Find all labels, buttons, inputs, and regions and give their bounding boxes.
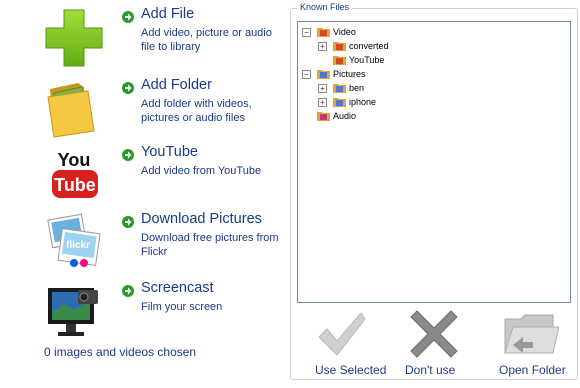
collapse-icon[interactable]: −	[302, 70, 311, 79]
svg-text:You: You	[58, 150, 91, 170]
youtube-action[interactable]: You Tube YouTube Add video from YouTube	[0, 142, 285, 210]
dont-use-label: Don't use	[405, 363, 456, 377]
selection-status: 0 images and videos chosen	[44, 345, 197, 359]
open-folder-icon	[504, 314, 559, 354]
screencast-title: Screencast	[141, 280, 214, 296]
collapse-icon[interactable]: −	[302, 28, 311, 37]
tree-label: YouTube	[349, 55, 385, 65]
svg-text:flickr: flickr	[66, 240, 90, 251]
add-plus-icon	[45, 9, 103, 67]
add-file-action[interactable]: Add File Add video, picture or audio fil…	[0, 4, 285, 72]
video-folder-icon	[333, 42, 346, 51]
pictures-folder-icon	[333, 84, 346, 93]
audio-folder-icon	[317, 112, 330, 121]
tree-label: converted	[349, 41, 389, 51]
download-pictures-title: Download Pictures	[141, 211, 262, 227]
add-folder-desc: Add folder with videos, pictures or audi…	[141, 98, 252, 124]
svg-text:Tube: Tube	[54, 175, 96, 195]
expand-icon[interactable]: +	[318, 98, 327, 107]
expand-icon[interactable]: +	[318, 42, 327, 51]
tree-label: ben	[349, 83, 365, 93]
green-arrow-icon	[122, 216, 134, 228]
tree-label: iphone	[349, 97, 377, 107]
youtube-desc: Add video from YouTube	[141, 165, 262, 177]
green-arrow-icon	[122, 149, 134, 161]
open-folder-label: Open Folder	[499, 363, 566, 377]
use-selected-button[interactable]: Use Selected	[305, 309, 395, 381]
tree-label: Video	[333, 27, 356, 37]
flickr-pictures-icon: flickr	[47, 213, 101, 267]
known-files-tree[interactable]: − Video + converted YouTube − Pictures +…	[297, 21, 571, 303]
folder-icon	[47, 83, 95, 138]
checkmark-icon	[318, 312, 366, 356]
use-selected-label: Use Selected	[315, 363, 387, 377]
green-arrow-icon	[122, 82, 134, 94]
add-folder-action[interactable]: Add Folder Add folder with videos, pictu…	[0, 75, 285, 143]
screencast-monitor-icon	[48, 288, 98, 336]
video-folder-icon	[317, 28, 330, 37]
add-file-desc: Add video, picture or audio file to libr…	[141, 27, 272, 53]
green-arrow-icon	[122, 11, 134, 23]
video-folder-icon	[333, 56, 346, 65]
tree-label: Pictures	[333, 69, 366, 79]
add-file-title: Add File	[141, 6, 195, 22]
open-folder-button[interactable]: Open Folder	[495, 309, 575, 381]
pictures-folder-icon	[317, 70, 330, 79]
youtube-title: YouTube	[141, 144, 198, 160]
youtube-logo-icon: You Tube	[52, 150, 98, 198]
tree-label: Audio	[333, 111, 357, 121]
green-arrow-icon	[122, 285, 134, 297]
known-files-legend: Known Files	[297, 2, 353, 12]
dont-use-button[interactable]: Don't use	[401, 309, 465, 381]
x-cross-icon	[410, 310, 458, 358]
screencast-action[interactable]: Screencast Film your screen	[0, 278, 285, 346]
pictures-folder-icon	[333, 98, 346, 107]
known-files-group: Known Files − Video + converted YouTube …	[290, 2, 578, 381]
add-folder-title: Add Folder	[141, 77, 212, 93]
expand-icon[interactable]: +	[318, 84, 327, 93]
screencast-desc: Film your screen	[141, 301, 223, 313]
download-pictures-action[interactable]: flickr Download Pictures Download free p…	[0, 209, 285, 277]
download-pictures-desc: Download free pictures from Flickr	[141, 232, 279, 258]
